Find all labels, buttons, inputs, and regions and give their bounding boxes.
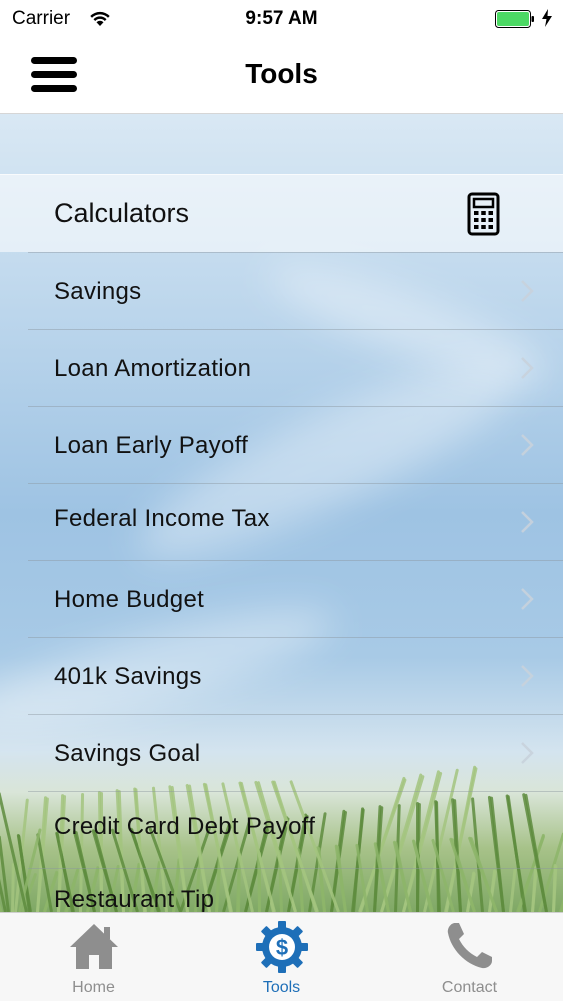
chevron-right-icon — [521, 511, 534, 533]
list-item-restaurant-tip[interactable]: Restaurant Tip — [0, 868, 563, 912]
chevron-right-icon — [521, 434, 534, 456]
chevron-right-icon — [521, 280, 534, 302]
list-item-label: Savings — [54, 278, 142, 305]
list-item-label: Loan Amortization — [54, 355, 252, 382]
list-item-label: Restaurant Tip — [54, 886, 215, 912]
chevron-right-icon — [521, 742, 534, 764]
list-item-credit-card-debt-payoff[interactable]: Credit Card Debt Payoff — [0, 791, 563, 868]
tab-label: Contact — [441, 979, 498, 996]
phone-icon — [447, 923, 492, 969]
list-item-label: Savings Goal — [54, 740, 201, 767]
charging-bolt-icon — [542, 9, 552, 27]
list-item-label: Home Budget — [54, 586, 205, 613]
list-item-savings-goal[interactable]: Savings Goal — [0, 714, 563, 791]
svg-text:$: $ — [275, 935, 287, 960]
calculators-section-header: Calculators — [0, 174, 563, 252]
tab-home[interactable]: Home — [0, 913, 187, 1001]
list-item-label: Federal Income Tax — [54, 505, 270, 532]
list-item-label: Credit Card Debt Payoff — [54, 813, 316, 840]
list-item-home-budget[interactable]: Home Budget — [0, 560, 563, 637]
list-item-savings[interactable]: Savings — [0, 252, 563, 329]
battery-icon — [495, 10, 534, 28]
calculators-list: Calculators Savings Loan Amortization Lo… — [0, 174, 563, 912]
tab-bar: Home $ Tools Contact — [0, 912, 563, 1001]
tab-label: Home — [72, 979, 115, 996]
list-item-loan-early-payoff[interactable]: Loan Early Payoff — [0, 406, 563, 483]
section-title: Calculators — [54, 198, 190, 228]
tab-contact[interactable]: Contact — [376, 913, 563, 1001]
chevron-right-icon — [521, 665, 534, 687]
hamburger-menu-icon[interactable] — [29, 52, 79, 97]
tab-label: Tools — [262, 979, 301, 996]
house-icon — [69, 924, 118, 969]
list-item-label: Loan Early Payoff — [54, 432, 249, 459]
list-item-loan-amortization[interactable]: Loan Amortization — [0, 329, 563, 406]
tab-tools[interactable]: $ Tools — [188, 913, 375, 1001]
status-bar: Carrier 9:57 AM — [0, 0, 563, 40]
tools-content[interactable]: Calculators Savings Loan Amortization Lo… — [0, 114, 563, 912]
list-item-401k-savings[interactable]: 401k Savings — [0, 637, 563, 714]
dollar-gear-icon: $ — [255, 921, 308, 973]
page-title: Tools — [245, 58, 318, 89]
calculator-icon — [467, 192, 500, 236]
chevron-right-icon — [521, 588, 534, 610]
status-time: 9:57 AM — [245, 8, 318, 29]
list-item-federal-income-tax[interactable]: Federal Income Tax — [0, 483, 563, 560]
list-item-label: 401k Savings — [54, 663, 202, 690]
chevron-right-icon — [521, 357, 534, 379]
navigation-bar: Tools — [0, 40, 563, 114]
